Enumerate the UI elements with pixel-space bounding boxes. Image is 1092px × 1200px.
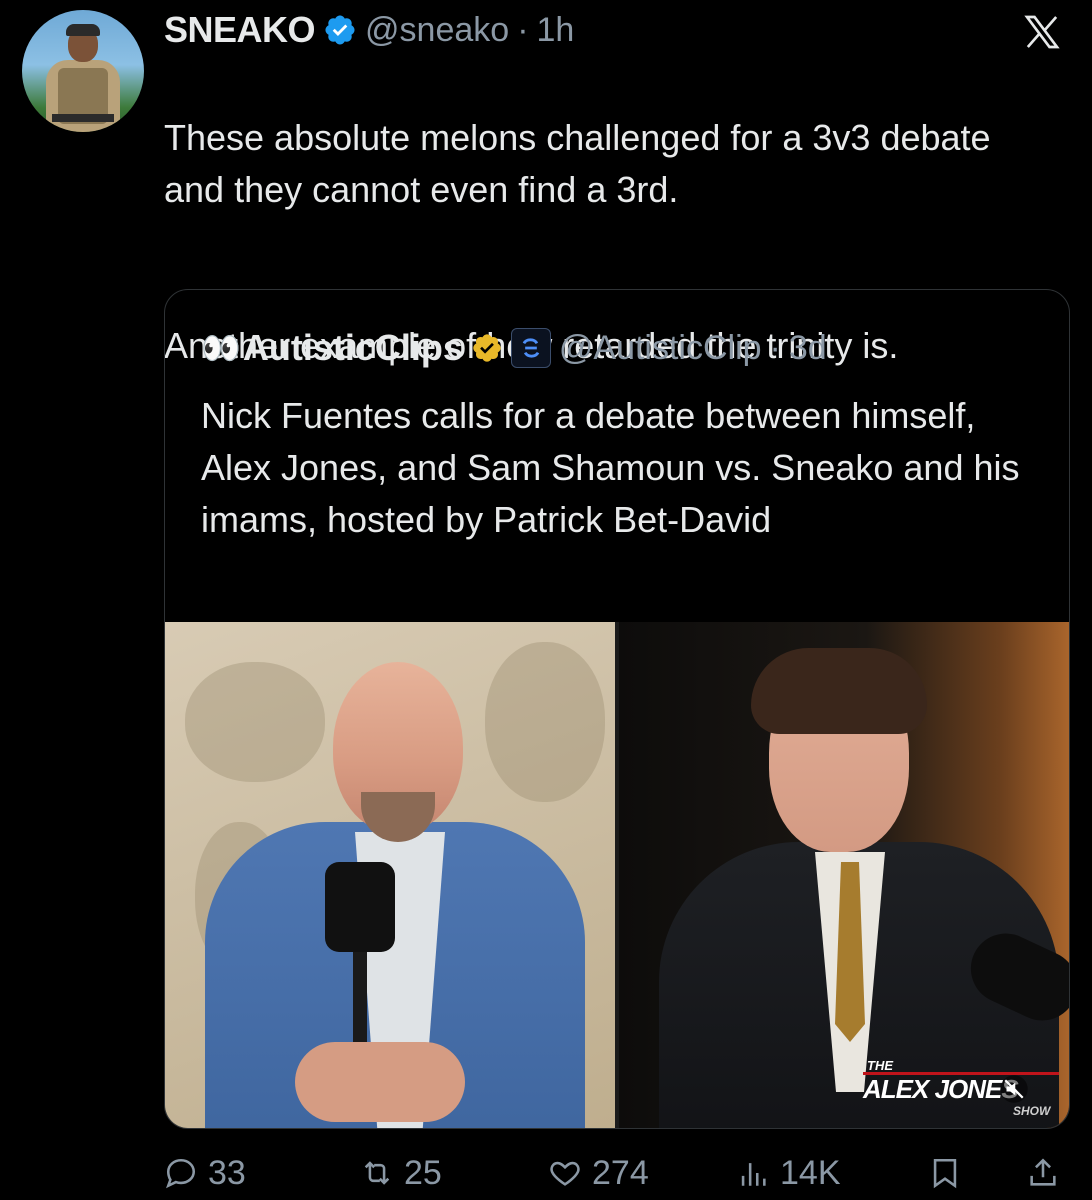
separator-dot: · bbox=[517, 10, 529, 49]
repost-icon bbox=[364, 1161, 390, 1185]
affiliate-badge-icon bbox=[510, 328, 551, 368]
quoted-author-name[interactable]: AutisticClips bbox=[243, 327, 463, 369]
reply-button[interactable]: 33 bbox=[164, 1150, 246, 1196]
quoted-tweet-media[interactable]: THE ALEX JONES SHOW bbox=[165, 622, 1069, 1128]
author-name[interactable]: SNEAKO bbox=[164, 9, 316, 51]
person-left-hands bbox=[295, 1042, 465, 1122]
tweet-text-paragraph: These absolute melons challenged for a 3… bbox=[164, 117, 991, 210]
reply-count: 33 bbox=[208, 1153, 246, 1192]
person-right-hair bbox=[751, 648, 927, 734]
quoted-tweet-time[interactable]: 3d bbox=[789, 329, 827, 368]
like-icon bbox=[550, 1161, 580, 1186]
tweet-header: SNEAKO @sneako · 1h bbox=[164, 8, 574, 52]
share-button[interactable] bbox=[1026, 1150, 1060, 1196]
tweet-time[interactable]: 1h bbox=[537, 11, 575, 50]
author-avatar[interactable] bbox=[22, 10, 144, 132]
watermark-the: THE bbox=[867, 1058, 893, 1073]
show-watermark: THE ALEX JONES SHOW bbox=[863, 1058, 1063, 1120]
eyes-emoji: 👀 bbox=[201, 330, 241, 366]
like-button[interactable]: 274 bbox=[548, 1150, 649, 1196]
separator-dot: · bbox=[769, 328, 781, 367]
quoted-author-handle[interactable]: @AutisticClip bbox=[559, 329, 762, 368]
avatar-belt bbox=[52, 114, 114, 122]
avatar-cap bbox=[66, 24, 100, 36]
bookmark-icon bbox=[933, 1158, 957, 1189]
video-frame-right: THE ALEX JONES SHOW bbox=[619, 622, 1069, 1128]
bookmark-button[interactable] bbox=[928, 1150, 962, 1196]
video-frame-left bbox=[165, 622, 615, 1128]
views-icon bbox=[741, 1163, 766, 1186]
x-logo-icon bbox=[1024, 15, 1060, 49]
like-count: 274 bbox=[592, 1153, 649, 1192]
reply-icon bbox=[166, 1158, 196, 1189]
tweet-actions: 33 25 274 14K bbox=[164, 1150, 1068, 1196]
views-count: 14K bbox=[780, 1153, 841, 1192]
gold-verified-badge-icon bbox=[473, 334, 501, 362]
microphone bbox=[325, 862, 395, 952]
quoted-tweet-header: 👀 AutisticClips @AutisticClip · 3d bbox=[201, 326, 827, 370]
map-background bbox=[185, 662, 325, 782]
watermark-name: ALEX JONES bbox=[863, 1074, 1019, 1104]
map-background bbox=[485, 642, 605, 802]
share-icon bbox=[1030, 1158, 1056, 1186]
verified-badge-icon bbox=[325, 15, 355, 45]
views-button[interactable]: 14K bbox=[736, 1150, 841, 1196]
repost-button[interactable]: 25 bbox=[360, 1150, 442, 1196]
watermark-show: SHOW bbox=[1013, 1104, 1051, 1118]
repost-count: 25 bbox=[404, 1153, 442, 1192]
mute-icon[interactable] bbox=[999, 1074, 1029, 1104]
quoted-tweet-card[interactable]: 👀 AutisticClips @AutisticClip · 3d Nick … bbox=[164, 289, 1070, 1129]
quoted-tweet-text: Nick Fuentes calls for a debate between … bbox=[201, 395, 1020, 540]
author-handle[interactable]: @sneako bbox=[365, 11, 509, 50]
